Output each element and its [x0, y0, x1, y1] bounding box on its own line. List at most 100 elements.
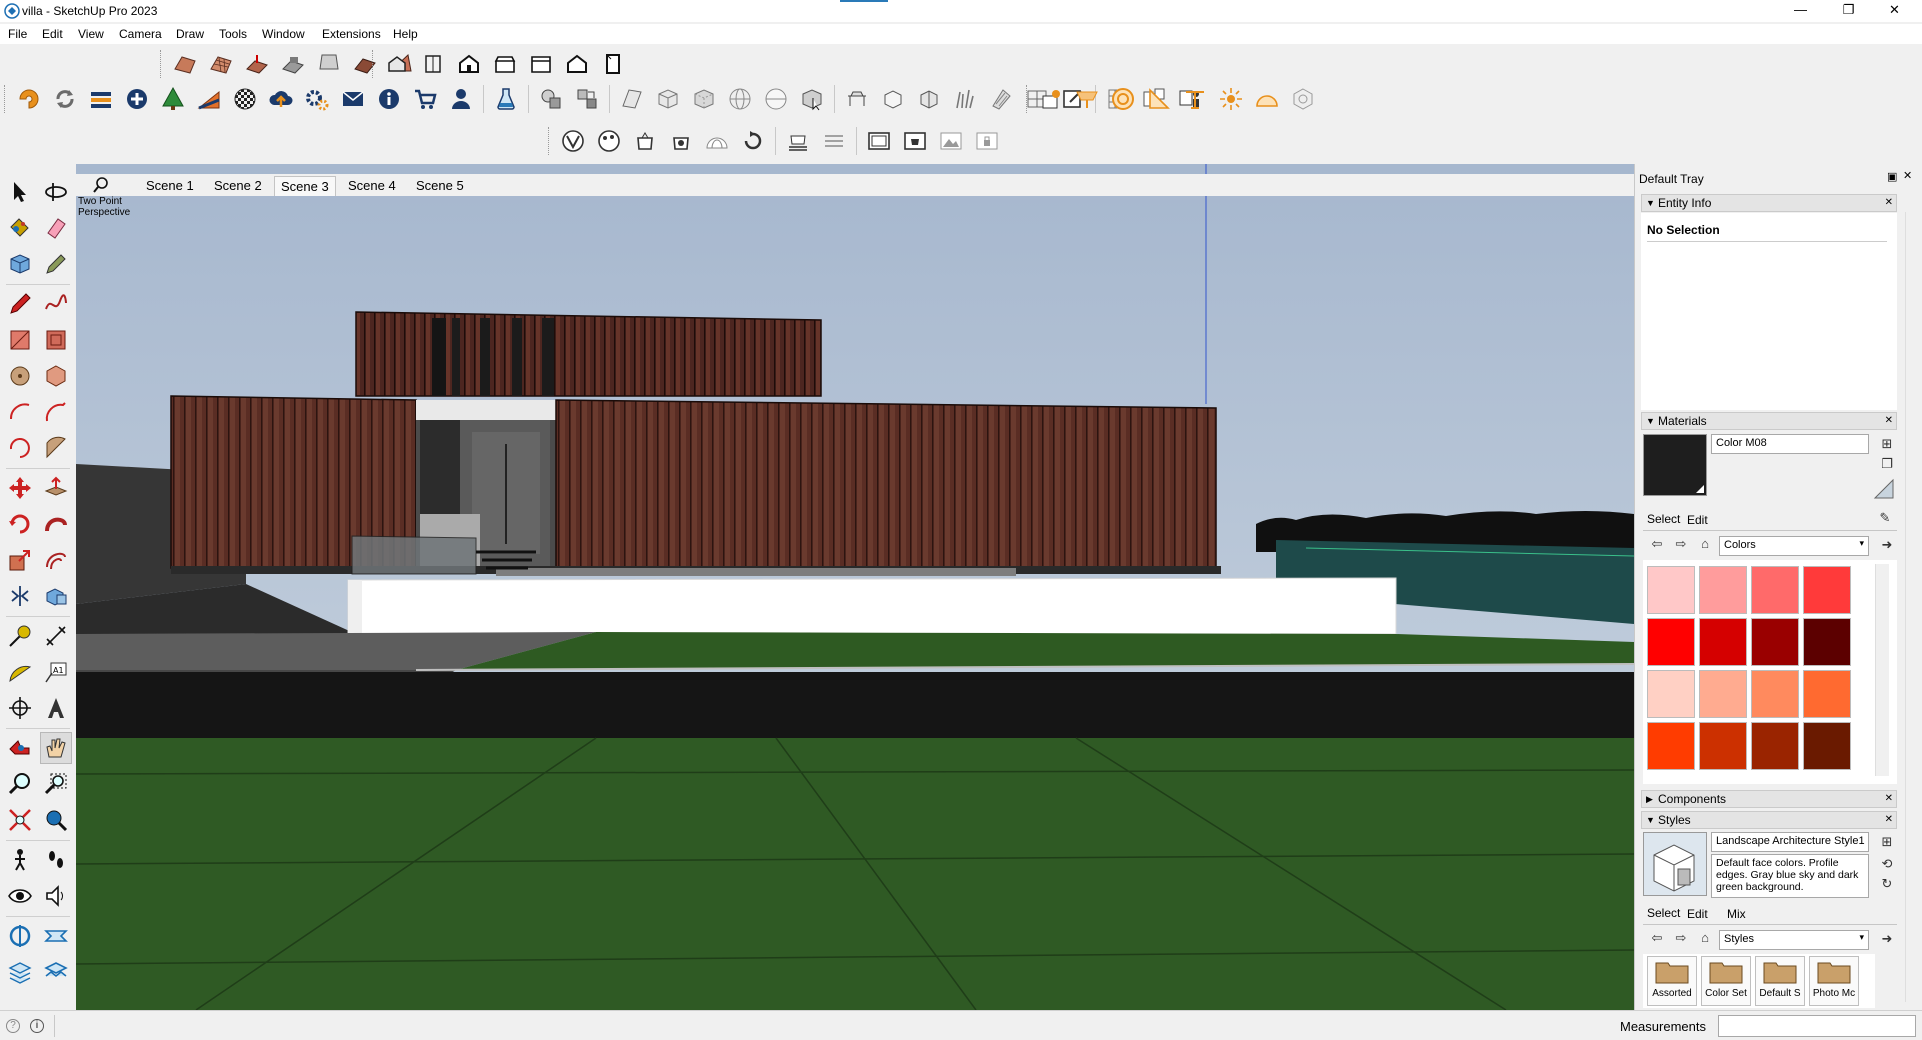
material-name-field[interactable]: Color M08: [1711, 434, 1869, 454]
component-cube-button[interactable]: [875, 83, 911, 115]
zoom-extents-tool[interactable]: [4, 804, 36, 836]
display-section-cuts-tool[interactable]: [40, 920, 72, 952]
materials-tab-edit[interactable]: Edit: [1687, 513, 1708, 527]
forward-arrow-icon[interactable]: ⇨: [1673, 536, 1689, 552]
sun-rays-button[interactable]: [1213, 83, 1249, 115]
tab-scene-3[interactable]: Scene 3: [274, 176, 336, 196]
move-tool[interactable]: [4, 472, 36, 504]
back-arrow-icon[interactable]: ⇦: [1649, 536, 1665, 552]
get-started-button[interactable]: [11, 83, 47, 115]
panel-close-icon[interactable]: ✕: [1885, 413, 1893, 429]
material-swatch[interactable]: [1699, 618, 1747, 666]
forward-arrow-icon[interactable]: ⇨: [1673, 930, 1689, 946]
material-preview[interactable]: [1643, 434, 1707, 496]
tab-scene-5[interactable]: Scene 5: [410, 176, 470, 196]
tab-scene-1[interactable]: Scene 1: [140, 176, 200, 196]
style-thumbnail[interactable]: [1643, 832, 1707, 896]
pan-tool[interactable]: [40, 732, 72, 764]
styles-tab-mix[interactable]: Mix: [1727, 907, 1746, 921]
row3-tool-6[interactable]: [735, 125, 771, 157]
dome-button[interactable]: [1249, 83, 1285, 115]
style-name-field[interactable]: Landscape Architecture Style1: [1711, 832, 1869, 852]
tray-scrollbar[interactable]: [1905, 212, 1919, 1002]
view-iso-button[interactable]: [379, 48, 415, 80]
zoom-window-tool[interactable]: [40, 768, 72, 800]
flip-tool[interactable]: [4, 580, 36, 612]
entity-info-header[interactable]: ▼ Entity Info ✕: [1641, 194, 1897, 212]
styles-header[interactable]: ▼ Styles ✕: [1641, 811, 1897, 829]
back-arrow-icon[interactable]: ⇦: [1649, 930, 1665, 946]
material-swatch[interactable]: [1751, 566, 1799, 614]
material-swatch[interactable]: [1699, 566, 1747, 614]
section-plane-tool[interactable]: [4, 920, 36, 952]
style-folder[interactable]: Color Set: [1701, 956, 1751, 1006]
view-bottom-button[interactable]: [595, 48, 631, 80]
arc-tool[interactable]: [4, 396, 36, 428]
material-swatch[interactable]: [1647, 670, 1695, 718]
menu-camera[interactable]: Camera: [119, 27, 162, 41]
material-swatch[interactable]: [1803, 670, 1851, 718]
create-style-icon[interactable]: ⊞: [1879, 834, 1895, 850]
freehand-tool[interactable]: [40, 288, 72, 320]
texture-button[interactable]: [227, 83, 263, 115]
menu-draw[interactable]: Draw: [176, 27, 204, 41]
view-right-button[interactable]: [487, 48, 523, 80]
measurements-input[interactable]: [1718, 1015, 1916, 1037]
style-folder[interactable]: Default S: [1755, 956, 1805, 1006]
view-left-button[interactable]: [559, 48, 595, 80]
sun-shadows-button[interactable]: [191, 83, 227, 115]
push-pull-tool[interactable]: [40, 472, 72, 504]
rotated-rectangle-tool[interactable]: [40, 324, 72, 356]
look-around-tool[interactable]: [40, 844, 72, 876]
maximize-button[interactable]: ❐: [1826, 0, 1871, 22]
model-info-button[interactable]: [371, 83, 407, 115]
style-folder[interactable]: Assorted: [1647, 956, 1697, 1006]
plants-button[interactable]: [947, 83, 983, 115]
look-tool[interactable]: [4, 880, 36, 912]
material-swatch[interactable]: [1647, 618, 1695, 666]
orbit-tool[interactable]: [40, 176, 72, 208]
toolbar-grip[interactable]: [160, 50, 164, 78]
menu-extensions[interactable]: Extensions: [322, 27, 381, 41]
styles-tab-edit[interactable]: Edit: [1687, 907, 1708, 921]
stamp-button[interactable]: [275, 48, 311, 80]
sandbox-from-contours-button[interactable]: [167, 48, 203, 80]
details-arrow-icon[interactable]: ➜: [1879, 931, 1895, 947]
add-location-button[interactable]: [119, 83, 155, 115]
3d-warehouse-button[interactable]: [155, 83, 191, 115]
advanced-camera-tool[interactable]: [40, 880, 72, 912]
solid-tools[interactable]: [40, 580, 72, 612]
tab-scene-2[interactable]: Scene 2: [208, 176, 268, 196]
row3-tool-2[interactable]: [591, 125, 627, 157]
row3-tool-9[interactable]: [861, 125, 897, 157]
menu-edit[interactable]: Edit: [42, 27, 63, 41]
xray-button[interactable]: [650, 83, 686, 115]
close-button[interactable]: ✕: [1872, 0, 1917, 22]
materials-header[interactable]: ▼ Materials ✕: [1641, 412, 1897, 430]
solar-settings-button[interactable]: [1285, 83, 1321, 115]
panel-close-icon[interactable]: ✕: [1885, 812, 1893, 828]
display-section-fill-tool[interactable]: [40, 956, 72, 988]
material-swatch[interactable]: [1751, 618, 1799, 666]
material-swatch[interactable]: [1803, 566, 1851, 614]
style-description-field[interactable]: Default face colors. Profile edges. Gray…: [1711, 854, 1869, 898]
home-icon[interactable]: ⌂: [1697, 536, 1713, 552]
tab-scene-4[interactable]: Scene 4: [342, 176, 402, 196]
row3-tool-11[interactable]: [933, 125, 969, 157]
menu-window[interactable]: Window: [262, 27, 305, 41]
line-tool[interactable]: [4, 288, 36, 320]
style-library-select[interactable]: Styles ▾: [1719, 930, 1869, 950]
rotate-tool[interactable]: [4, 508, 36, 540]
follow-me-tool[interactable]: [40, 508, 72, 540]
menu-tools[interactable]: Tools: [219, 27, 247, 41]
row3-tool-3[interactable]: [627, 125, 663, 157]
display-section-planes-tool[interactable]: [4, 956, 36, 988]
select-tool[interactable]: [4, 176, 36, 208]
model-viewport[interactable]: [76, 164, 1634, 1010]
ruby-console-button[interactable]: [488, 83, 524, 115]
sun-dial-button[interactable]: [1105, 83, 1141, 115]
rectangle-tool[interactable]: [4, 324, 36, 356]
hidden-line-button[interactable]: [758, 83, 794, 115]
paint-bucket-tool[interactable]: [4, 212, 36, 244]
menu-view[interactable]: View: [78, 27, 104, 41]
